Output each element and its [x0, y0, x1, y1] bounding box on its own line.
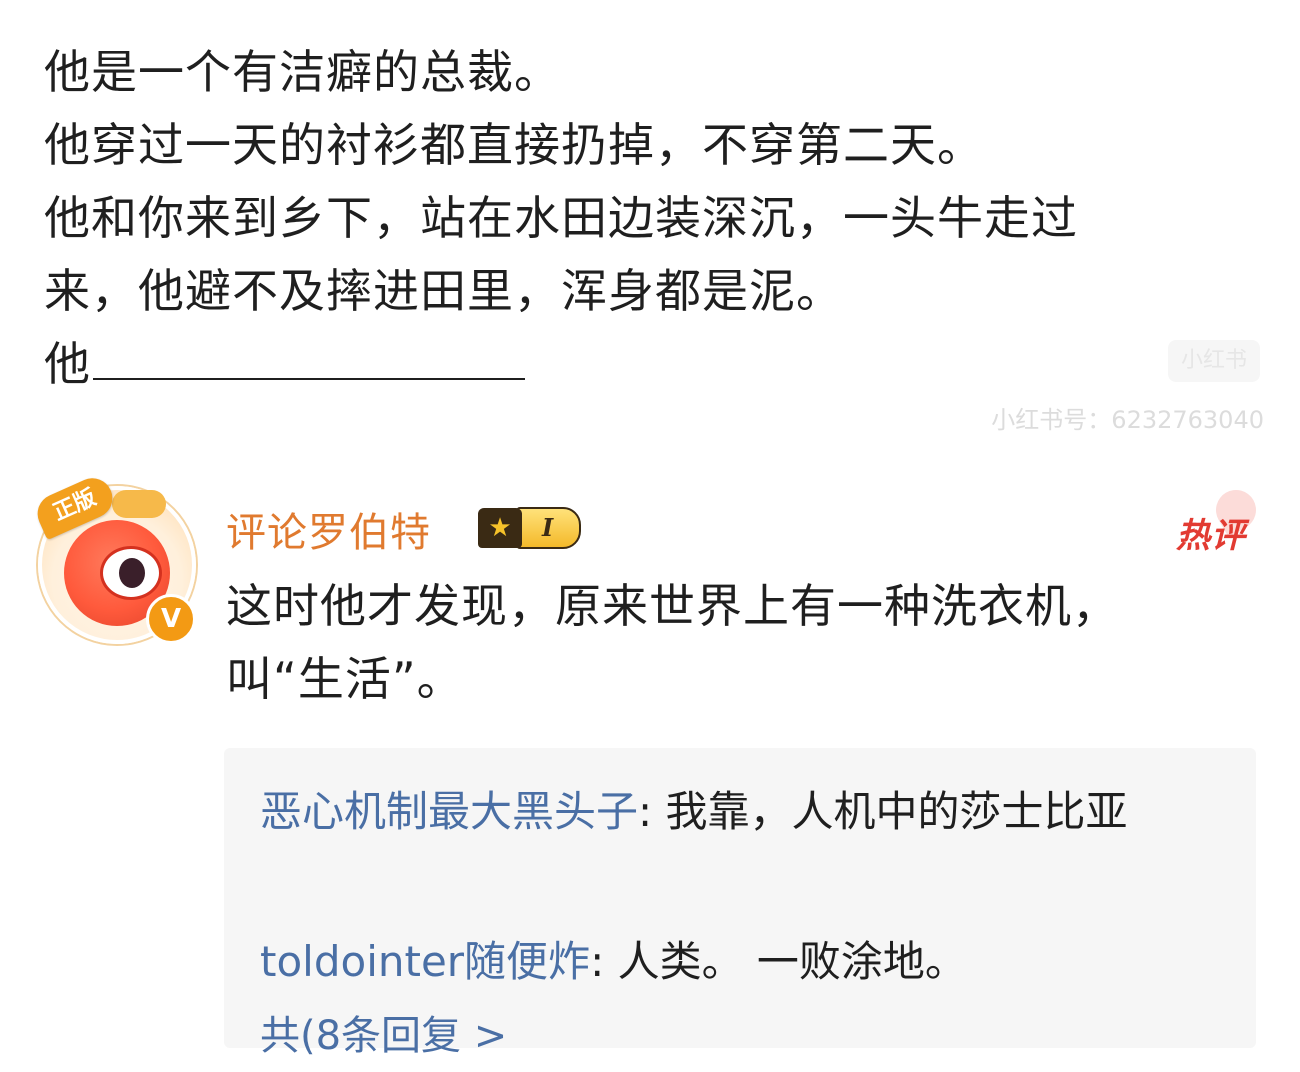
post-line: 来，他避不及摔进田里，浑身都是泥。 [44, 264, 843, 318]
reply-item[interactable]: 恶心机制最大黑头子: 我靠，人机中的莎士比亚 [260, 776, 1220, 848]
level-badge: ★ I [478, 506, 582, 550]
reply-text: 我靠，人机中的莎士比亚 [665, 787, 1128, 836]
reply-separator: : [590, 937, 618, 986]
reply-username[interactable]: toldointer随便炸 [260, 937, 590, 986]
reply-item[interactable]: toldointer随便炸: 人类。 一败涂地。 [260, 926, 1220, 998]
post-line-prefix: 他 [44, 337, 91, 391]
comment: 评论罗伯特 ★ I 热评 这时他才发现，原来世界上有一种洗衣机，叫“生活”。 [226, 482, 1266, 716]
more-replies-link[interactable]: 共(8条回复 > [260, 1000, 507, 1072]
comment-header: 评论罗伯特 ★ I 热评 [226, 482, 1266, 560]
post-line-blank: 他 [44, 328, 1264, 401]
hot-comment-badge: 热评 [1176, 516, 1246, 556]
comment-username[interactable]: 评论罗伯特 [226, 500, 431, 558]
watermark-id: 小红书号：6232763040 [991, 406, 1264, 434]
level-tag: I [516, 507, 582, 549]
avatar[interactable]: 正版 V [31, 471, 196, 644]
mascot-eye-icon [100, 546, 162, 600]
watermark-logo: 小红书 [1168, 340, 1260, 382]
reply-separator: : [638, 787, 666, 836]
comment-text[interactable]: 这时他才发现，原来世界上有一种洗衣机，叫“生活”。 [226, 570, 1236, 716]
crown-icon: ★ [478, 508, 522, 548]
reply-username[interactable]: 恶心机制最大黑头子 [260, 787, 638, 836]
fill-in-blank [93, 338, 525, 380]
mascot-pupil [119, 558, 145, 588]
reply-text: 人类。 一败涂地。 [617, 937, 967, 986]
post-line: 他穿过一天的衬衫都直接扔掉，不穿第二天。 [44, 118, 984, 172]
post-line: 他是一个有洁癖的总裁。 [44, 45, 561, 99]
post-content: 他是一个有洁癖的总裁。 他穿过一天的衬衫都直接扔掉，不穿第二天。 他和你来到乡下… [44, 36, 1264, 401]
replies-panel: 恶心机制最大黑头子: 我靠，人机中的莎士比亚 toldointer随便炸: 人类… [224, 748, 1256, 1059]
verified-icon: V [146, 594, 196, 644]
post-line: 他和你来到乡下，站在水田边装深沉，一头牛走过 [44, 191, 1078, 245]
speech-bubble-icon [112, 490, 166, 518]
